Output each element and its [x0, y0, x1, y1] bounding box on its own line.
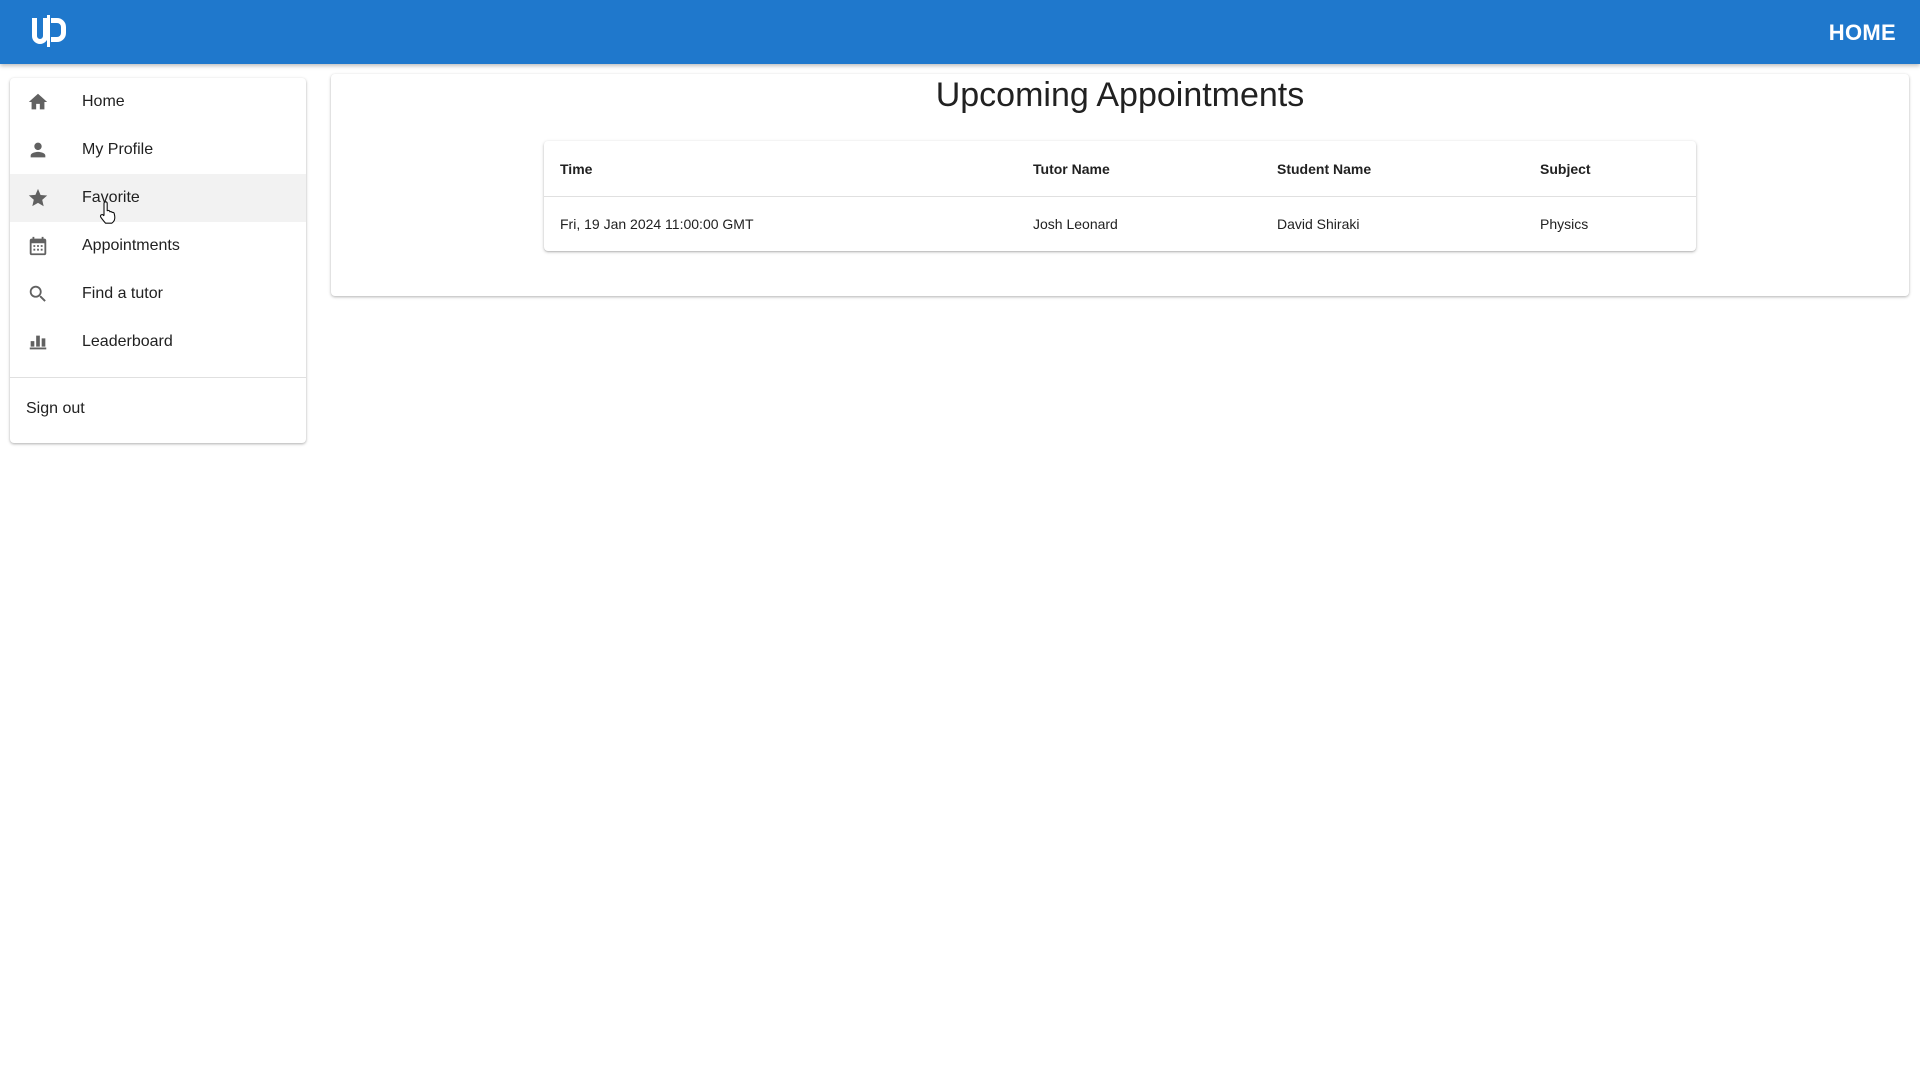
appointments-table-grid: Time Tutor Name Student Name Subject Fri…: [544, 141, 1696, 251]
sidebar-item-label: Leaderboard: [82, 333, 173, 350]
page-title: Upcoming Appointments: [935, 76, 1305, 114]
column-header-tutor-name: Tutor Name: [1017, 141, 1261, 197]
table-row[interactable]: Fri, 19 Jan 2024 11:00:00 GMT Josh Leona…: [544, 197, 1696, 252]
sidebar-divider: [10, 377, 306, 378]
hand-cursor-icon: [99, 201, 116, 224]
sidebar-item-leaderboard[interactable]: Leaderboard: [10, 318, 306, 366]
sidebar-item-label: My Profile: [82, 141, 154, 158]
sidebar-item-favorite[interactable]: Favorite: [10, 174, 306, 222]
sidebar-nav-list: Home My Profile Favorite Appointments Fi…: [10, 78, 306, 366]
search-icon: [26, 282, 50, 306]
column-header-time: Time: [544, 141, 1017, 197]
cell-student-name: David Shiraki: [1277, 216, 1360, 232]
appbar-title[interactable]: HOME: [1829, 20, 1896, 46]
cell-subject: Physics: [1540, 216, 1589, 232]
sign-out-label: Sign out: [26, 400, 85, 417]
person-icon: [26, 138, 50, 162]
utd-logo-icon[interactable]: [30, 14, 68, 48]
app-bar: HOME: [0, 0, 1920, 64]
cell-tutor-name: Josh Leonard: [1033, 216, 1118, 232]
appointments-table: Time Tutor Name Student Name Subject Fri…: [544, 141, 1696, 251]
sidebar-item-my-profile[interactable]: My Profile: [10, 126, 306, 174]
column-header-student-name: Student Name: [1261, 141, 1524, 197]
bar-chart-icon: [26, 330, 50, 354]
cell-time: Fri, 19 Jan 2024 11:00:00 GMT: [560, 216, 754, 232]
calendar-icon: [26, 234, 50, 258]
star-icon: [26, 186, 50, 210]
sidebar-item-appointments[interactable]: Appointments: [10, 222, 306, 270]
sidebar-item-find-a-tutor[interactable]: Find a tutor: [10, 270, 306, 318]
sidebar-item-label: Appointments: [82, 237, 180, 254]
sign-out-button[interactable]: Sign out: [10, 383, 306, 435]
sidebar: Home My Profile Favorite Appointments Fi…: [10, 78, 306, 443]
table-header-row: Time Tutor Name Student Name Subject: [544, 141, 1696, 197]
sidebar-item-label: Find a tutor: [82, 285, 163, 302]
column-header-subject: Subject: [1524, 141, 1696, 197]
